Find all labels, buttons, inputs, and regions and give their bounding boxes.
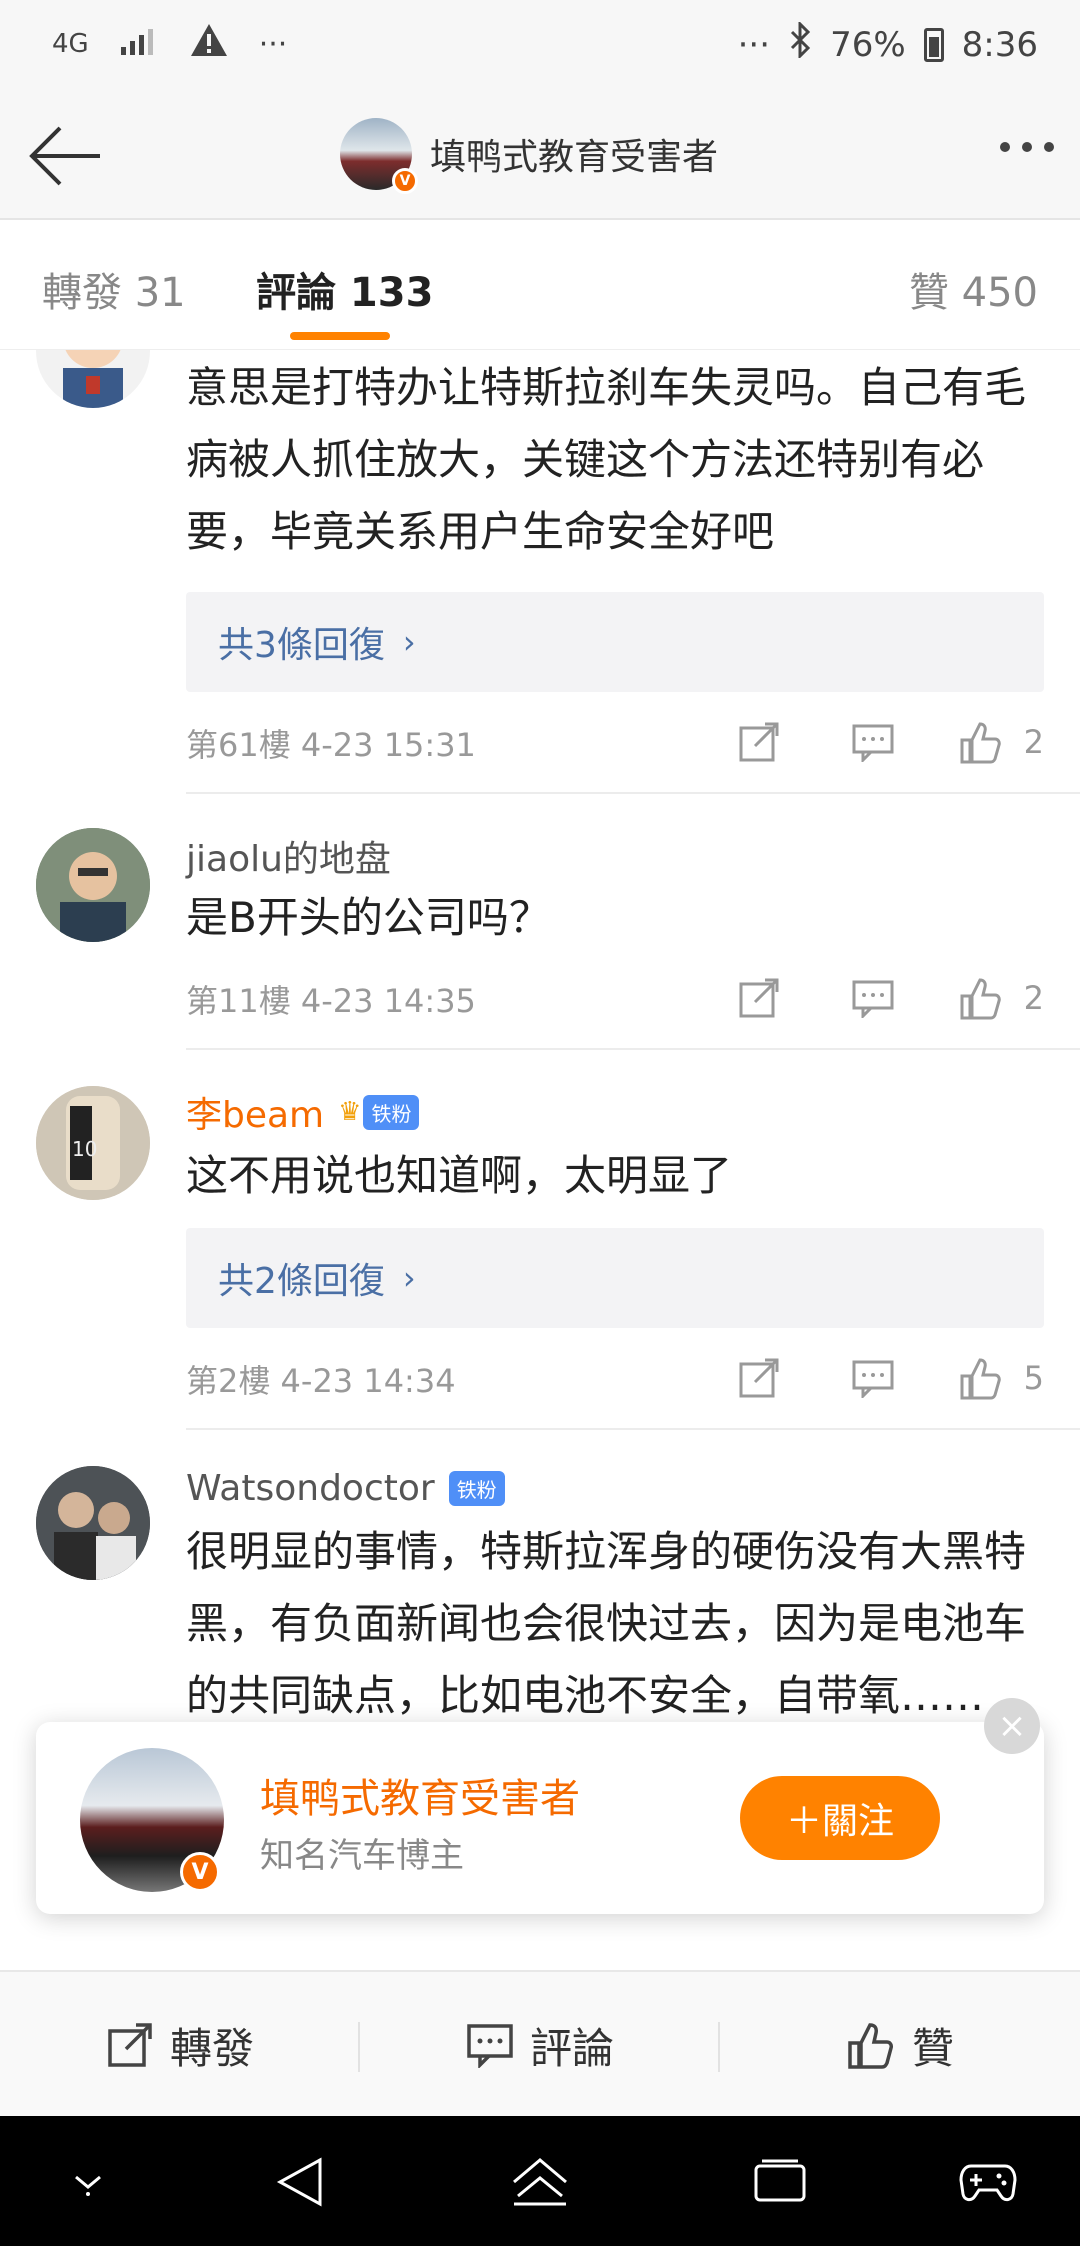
more-menu-icon[interactable] — [1000, 142, 1054, 152]
like-comment-button[interactable]: 5 — [930, 1356, 1044, 1400]
comment-text: 是B开头的公司吗？ — [186, 893, 551, 942]
back-arrow-icon — [29, 126, 100, 186]
share-icon — [739, 978, 779, 1018]
back-nav-icon[interactable] — [270, 2154, 330, 2210]
game-controller-icon[interactable] — [958, 2154, 1018, 2210]
chevron-right-icon: › — [402, 623, 416, 661]
home-nav-icon[interactable] — [510, 2154, 570, 2210]
comment-icon — [467, 2024, 513, 2068]
avatar[interactable]: 10 — [36, 1086, 150, 1200]
avatar[interactable]: V — [80, 1748, 224, 1892]
top-header: V 填鸭式教育受害者 — [0, 92, 1080, 220]
username[interactable]: Watsondoctor 铁粉 — [186, 1468, 505, 1509]
comment-actions: 2 — [702, 976, 1044, 1020]
like-comment-button[interactable]: 2 — [930, 720, 1044, 764]
tab-repost[interactable]: 轉發 31 — [42, 260, 186, 318]
share-icon — [108, 2023, 152, 2067]
like-button[interactable]: 贊 — [720, 1972, 1080, 2118]
more-notifications: ··· — [258, 26, 288, 62]
crown-icon: ♛ — [338, 1097, 362, 1127]
system-nav-bar — [0, 2116, 1080, 2246]
divider — [186, 1048, 1080, 1050]
bluetooth-icon — [788, 20, 812, 67]
thumbs-up-icon — [960, 722, 1001, 764]
more-status: ··· — [737, 24, 771, 65]
repost-comment-button[interactable] — [702, 1356, 816, 1400]
like-comment-button[interactable]: 2 — [930, 976, 1044, 1020]
follow-suggestion-card[interactable]: V 填鸭式教育受害者 知名汽车博主 ＋關注 × — [36, 1698, 1044, 1914]
comment-actions: 2 — [702, 720, 1044, 764]
battery-icon — [923, 27, 944, 62]
verified-icon: V — [180, 1852, 220, 1892]
divider — [186, 792, 1080, 794]
username[interactable]: jiaolu的地盘 — [186, 830, 391, 882]
avatar[interactable]: V — [340, 118, 418, 194]
view-replies-button[interactable]: 共3條回復 › — [186, 592, 1044, 692]
reply-comment-button[interactable] — [816, 978, 930, 1018]
warning-icon — [189, 22, 229, 66]
repost-label: 轉發 — [169, 2023, 254, 2073]
fan-badge: 铁粉 — [363, 1094, 420, 1130]
avatar[interactable] — [36, 828, 150, 942]
share-icon — [739, 1358, 779, 1398]
like-label: 贊 — [911, 2023, 954, 2073]
tab-likes[interactable]: 贊 450 — [909, 260, 1038, 318]
avatar[interactable] — [36, 350, 150, 408]
thumbs-up-icon — [960, 1358, 1001, 1400]
header-profile[interactable]: V 填鸭式教育受害者 — [340, 118, 719, 194]
floor-timestamp: 第2樓 4-23 14:34 — [186, 1362, 456, 1400]
comment-icon — [852, 1360, 894, 1398]
username[interactable]: 李beam ♛ 铁粉 — [186, 1086, 420, 1138]
clock: 8:36 — [961, 24, 1038, 65]
view-replies-button[interactable]: 共2條回復 › — [186, 1228, 1044, 1328]
recent-apps-icon[interactable] — [750, 2154, 810, 2210]
reply-comment-button[interactable] — [816, 722, 930, 762]
comment-icon — [852, 724, 894, 762]
svg-text:10: 10 — [72, 1137, 97, 1161]
follow-button[interactable]: ＋關注 — [740, 1776, 940, 1860]
back-button[interactable] — [26, 122, 106, 190]
thumbs-up-icon — [960, 978, 1001, 1020]
comment-icon — [852, 980, 894, 1018]
card-username[interactable]: 填鸭式教育受害者 — [260, 1766, 580, 1824]
fan-badge: 铁粉 — [448, 1471, 505, 1506]
battery-percent: 76% — [830, 24, 906, 65]
like-count: 2 — [1023, 723, 1044, 761]
comment-text: 这不用说也知道啊，太明显了 — [186, 1151, 733, 1200]
card-description: 知名汽车博主 — [260, 1836, 464, 1876]
hide-keyboard-icon[interactable] — [58, 2154, 118, 2210]
status-bar: 4G ··· ··· 76% 8:36 — [0, 0, 1080, 92]
reply-comment-button[interactable] — [816, 1358, 930, 1398]
bottom-action-bar: 轉發 評論 贊 — [0, 1970, 1080, 2116]
share-icon — [739, 722, 779, 762]
repost-comment-button[interactable] — [702, 720, 816, 764]
replies-label: 共2條回復 — [218, 1261, 385, 1302]
repost-button[interactable]: 轉發 — [0, 1972, 360, 2118]
like-count: 2 — [1023, 979, 1044, 1017]
like-count: 5 — [1023, 1359, 1044, 1397]
comment-label: 評論 — [529, 2023, 614, 2073]
tab-comments[interactable]: 評論 133 — [256, 260, 433, 318]
comment-text: 意思是打特办让特斯拉刹车失灵吗。自己有毛病被人抓住放大，关键这个方法还特别有必要… — [186, 363, 1027, 556]
page-title: 填鸭式教育受害者 — [430, 137, 719, 178]
close-icon[interactable]: × — [984, 1698, 1040, 1754]
floor-timestamp: 第61樓 4-23 15:31 — [186, 726, 476, 764]
comment-actions: 5 — [702, 1356, 1044, 1400]
chevron-right-icon: › — [402, 1259, 416, 1297]
verified-icon: V — [392, 168, 418, 194]
floor-timestamp: 第11樓 4-23 14:35 — [186, 982, 476, 1020]
replies-label: 共3條回復 — [218, 625, 385, 666]
repost-comment-button[interactable] — [702, 976, 816, 1020]
tab-bar: 轉發 31 評論 133 贊 450 — [0, 220, 1080, 350]
thumbs-up-icon — [848, 2023, 893, 2069]
tab-indicator — [290, 332, 390, 340]
divider — [186, 1428, 1080, 1430]
signal-icon — [119, 25, 159, 63]
network-label: 4G — [52, 29, 89, 59]
avatar[interactable] — [36, 1466, 150, 1580]
comment-button[interactable]: 評論 — [360, 1972, 720, 2118]
